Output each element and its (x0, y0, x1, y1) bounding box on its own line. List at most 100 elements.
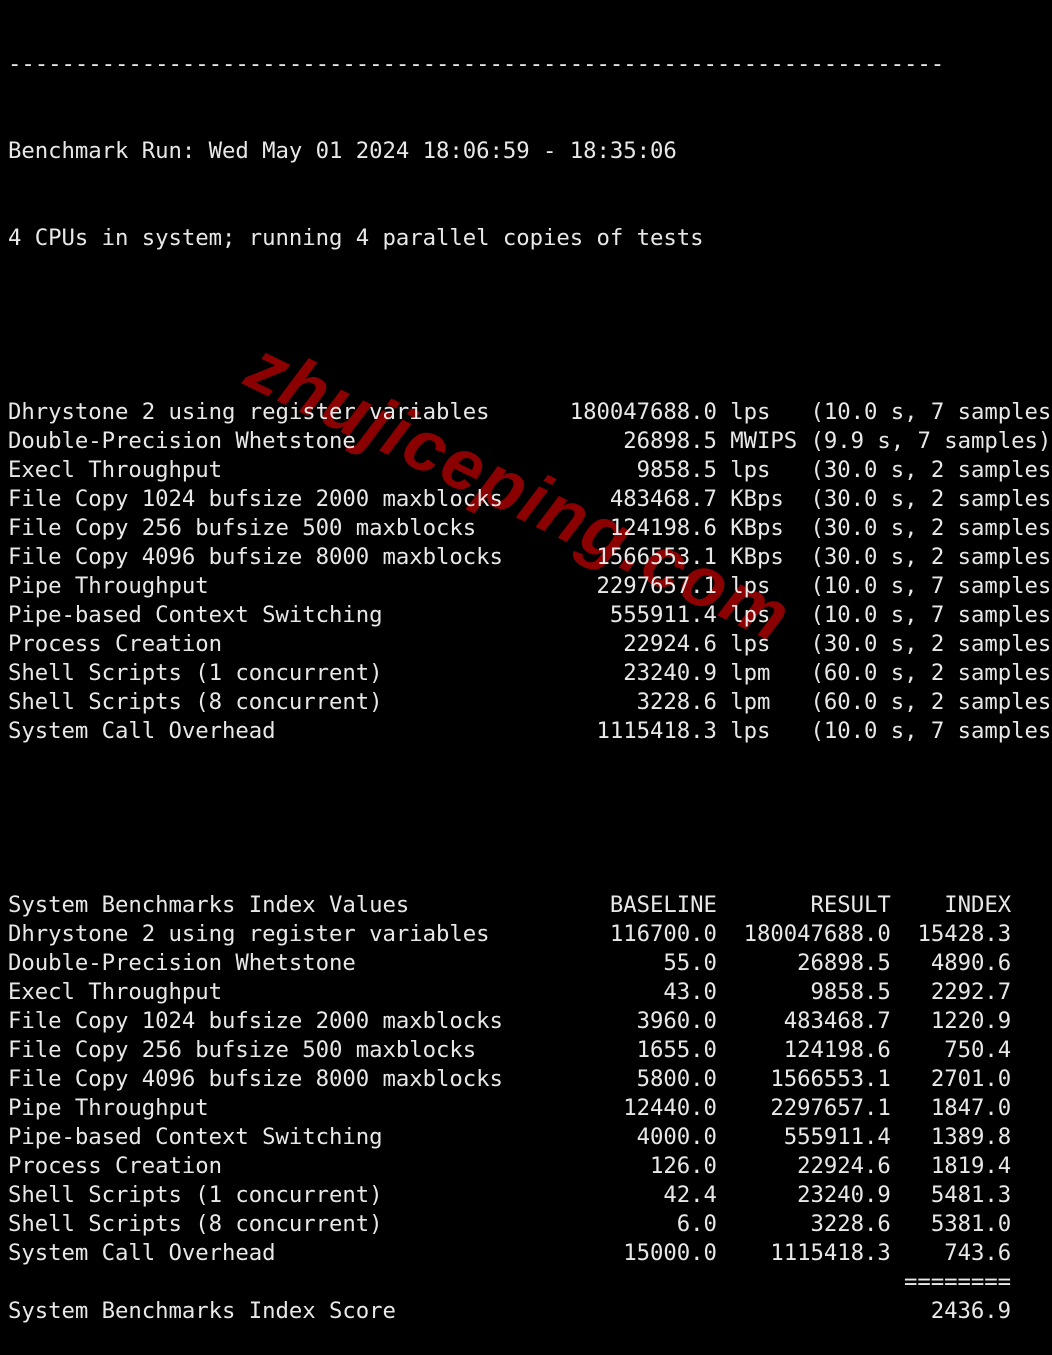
index-row-result: 26898.5 (716, 950, 891, 976)
index-row-baseline: 126.0 (542, 1153, 717, 1179)
index-row: Pipe Throughput 12440.0 2297657.1 1847.0 (8, 1094, 1052, 1123)
index-row-index: 1847.0 (890, 1095, 1012, 1121)
index-row-baseline: 116700.0 (542, 921, 717, 947)
result-row: File Copy 1024 bufsize 2000 maxblocks 48… (8, 485, 1052, 514)
result-value: 26898.5 (556, 428, 717, 454)
index-row-name: Double-Precision Whetstone (8, 950, 543, 976)
index-row-baseline: 6.0 (542, 1211, 717, 1237)
result-name: Execl Throughput (8, 457, 557, 483)
index-row-name: System Call Overhead (8, 1240, 543, 1266)
result-unit: lps (716, 573, 811, 599)
index-row-name: File Copy 4096 bufsize 8000 maxblocks (8, 1066, 543, 1092)
index-row-result: 22924.6 (716, 1153, 891, 1179)
result-detail: (30.0 s, 2 samples) (810, 515, 1052, 541)
column-header-result: RESULT (716, 892, 891, 918)
index-row-name: Pipe-based Context Switching (8, 1124, 543, 1150)
result-detail: (10.0 s, 7 samples) (810, 399, 1052, 425)
index-row-name: Shell Scripts (1 concurrent) (8, 1182, 543, 1208)
index-row-name: Shell Scripts (8 concurrent) (8, 1211, 543, 1237)
index-row-result: 483468.7 (716, 1008, 891, 1034)
result-value: 2297657.1 (556, 573, 717, 599)
result-unit: lpm (716, 660, 811, 686)
index-row-index: 2701.0 (890, 1066, 1012, 1092)
result-row: Double-Precision Whetstone 26898.5 MWIPS… (8, 427, 1052, 456)
index-row-name: Pipe Throughput (8, 1095, 543, 1121)
index-row-result: 124198.6 (716, 1037, 891, 1063)
column-header-index: INDEX (890, 892, 1012, 918)
index-row-baseline: 12440.0 (542, 1095, 717, 1121)
index-row-result: 1115418.3 (716, 1240, 891, 1266)
result-detail: (30.0 s, 2 samples) (810, 631, 1052, 657)
result-value: 180047688.0 (556, 399, 717, 425)
result-name: File Copy 1024 bufsize 2000 maxblocks (8, 486, 557, 512)
result-unit: MWIPS (716, 428, 811, 454)
index-table: System Benchmarks Index Values BASELINE … (8, 891, 1052, 1326)
index-row-result: 9858.5 (716, 979, 891, 1005)
index-row: Double-Precision Whetstone 55.0 26898.5 … (8, 949, 1052, 978)
result-detail: (10.0 s, 7 samples) (810, 573, 1052, 599)
result-unit: KBps (716, 486, 811, 512)
index-row-index: 743.6 (890, 1240, 1012, 1266)
index-row: File Copy 4096 bufsize 8000 maxblocks 58… (8, 1065, 1052, 1094)
result-row: Execl Throughput 9858.5 lps (30.0 s, 2 s… (8, 456, 1052, 485)
index-row-name: File Copy 1024 bufsize 2000 maxblocks (8, 1008, 543, 1034)
result-detail: (60.0 s, 2 samples) (810, 660, 1052, 686)
result-detail: (30.0 s, 2 samples) (810, 486, 1052, 512)
index-row-result: 180047688.0 (716, 921, 891, 947)
index-row-name: Execl Throughput (8, 979, 543, 1005)
result-value: 1566553.1 (556, 544, 717, 570)
result-value: 3228.6 (556, 689, 717, 715)
index-rule: ======== (8, 1269, 1012, 1295)
index-row: Execl Throughput 43.0 9858.5 2292.7 (8, 978, 1052, 1007)
result-detail: (60.0 s, 2 samples) (810, 689, 1052, 715)
result-value: 124198.6 (556, 515, 717, 541)
result-row: Shell Scripts (1 concurrent) 23240.9 lpm… (8, 659, 1052, 688)
result-name: Shell Scripts (1 concurrent) (8, 660, 557, 686)
result-value: 555911.4 (556, 602, 717, 628)
index-row-index: 1389.8 (890, 1124, 1012, 1150)
results-list: Dhrystone 2 using register variables 180… (8, 398, 1052, 746)
result-unit: lps (716, 718, 811, 744)
index-row-index: 5481.3 (890, 1182, 1012, 1208)
index-row-result: 3228.6 (716, 1211, 891, 1237)
index-row-index: 1819.4 (890, 1153, 1012, 1179)
index-row: File Copy 1024 bufsize 2000 maxblocks 39… (8, 1007, 1052, 1036)
index-row-result: 23240.9 (716, 1182, 891, 1208)
index-row-index: 4890.6 (890, 950, 1012, 976)
result-name: Shell Scripts (8 concurrent) (8, 689, 557, 715)
index-row-index: 1220.9 (890, 1008, 1012, 1034)
result-name: System Call Overhead (8, 718, 557, 744)
index-row-baseline: 1655.0 (542, 1037, 717, 1063)
index-row-index: 2292.7 (890, 979, 1012, 1005)
benchmark-run-line: Benchmark Run: Wed May 01 2024 18:06:59 … (8, 138, 677, 164)
index-row-name: File Copy 256 bufsize 500 maxblocks (8, 1037, 543, 1063)
index-row-index: 15428.3 (890, 921, 1012, 947)
index-row: Pipe-based Context Switching 4000.0 5559… (8, 1123, 1052, 1152)
index-score-label: System Benchmarks Index Score (8, 1298, 891, 1324)
result-name: Double-Precision Whetstone (8, 428, 557, 454)
index-score-row: System Benchmarks Index Score 2436.9 (8, 1297, 1052, 1326)
index-row: Shell Scripts (8 concurrent) 6.0 3228.6 … (8, 1210, 1052, 1239)
result-value: 22924.6 (556, 631, 717, 657)
index-row-baseline: 3960.0 (542, 1008, 717, 1034)
index-row-name: Process Creation (8, 1153, 543, 1179)
result-row: Pipe Throughput 2297657.1 lps (10.0 s, 7… (8, 572, 1052, 601)
result-row: Process Creation 22924.6 lps (30.0 s, 2 … (8, 630, 1052, 659)
result-unit: KBps (716, 544, 811, 570)
index-row-baseline: 15000.0 (542, 1240, 717, 1266)
result-unit: lpm (716, 689, 811, 715)
index-row-index: 5381.0 (890, 1211, 1012, 1237)
result-name: Pipe Throughput (8, 573, 557, 599)
index-row-result: 555911.4 (716, 1124, 891, 1150)
index-row: File Copy 256 bufsize 500 maxblocks 1655… (8, 1036, 1052, 1065)
result-row: Shell Scripts (8 concurrent) 3228.6 lpm … (8, 688, 1052, 717)
index-row: System Call Overhead 15000.0 1115418.3 7… (8, 1239, 1052, 1268)
result-row: Pipe-based Context Switching 555911.4 lp… (8, 601, 1052, 630)
result-name: Dhrystone 2 using register variables (8, 399, 557, 425)
index-row-name: Dhrystone 2 using register variables (8, 921, 543, 947)
result-unit: lps (716, 602, 811, 628)
result-name: File Copy 256 bufsize 500 maxblocks (8, 515, 557, 541)
index-table-title: System Benchmarks Index Values (8, 892, 543, 918)
index-row-result: 2297657.1 (716, 1095, 891, 1121)
